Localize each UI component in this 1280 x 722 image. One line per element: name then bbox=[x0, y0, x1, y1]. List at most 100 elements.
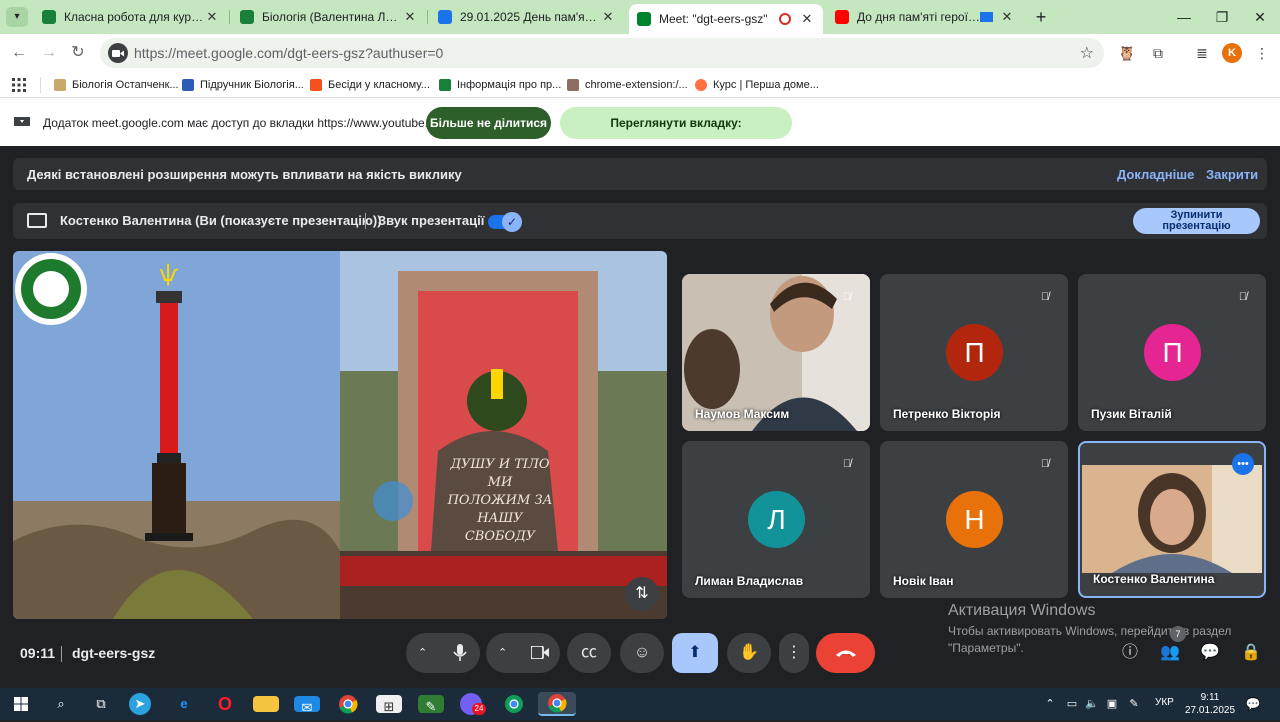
back-button[interactable]: ← bbox=[8, 42, 30, 64]
scanner-app-icon[interactable]: ✎ bbox=[418, 695, 444, 714]
viber-icon[interactable]: 24 bbox=[460, 693, 486, 715]
reload-button[interactable]: ↻ bbox=[67, 42, 89, 64]
mail-icon[interactable]: ✉ bbox=[294, 696, 320, 715]
input-language[interactable]: УКР bbox=[1155, 697, 1174, 708]
start-button[interactable] bbox=[8, 692, 34, 716]
captions-button[interactable]: ㏄ bbox=[567, 633, 611, 673]
raise-hand-button[interactable]: ✋ bbox=[727, 633, 771, 673]
network-icon[interactable]: ▣ bbox=[1102, 692, 1122, 716]
bookmark-label: Бесіди у класному... bbox=[328, 79, 430, 91]
participant-tile[interactable]: 🎙̸ Л Лиман Владислав bbox=[682, 441, 870, 598]
notification-badge: 24 bbox=[472, 703, 486, 715]
bookmark-label: Інформація про пр... bbox=[457, 79, 562, 91]
telegram-icon[interactable]: ➤ bbox=[129, 693, 151, 715]
task-view-icon[interactable]: ⧉ bbox=[88, 692, 114, 716]
tab-classwork[interactable]: Класна робота для курсу "76 ✕ bbox=[34, 4, 228, 30]
present-button[interactable]: ⬆ bbox=[672, 633, 718, 673]
swap-layout-icon[interactable]: ⇅ bbox=[625, 577, 659, 611]
muted-mic-icon: 🎙̸ bbox=[1238, 291, 1248, 303]
bookmark-item[interactable]: Курс | Перша доме... bbox=[695, 76, 819, 94]
bookmark-star-icon[interactable]: ☆ bbox=[1080, 43, 1094, 63]
pen-icon[interactable]: ✎ bbox=[1124, 692, 1144, 716]
check-icon: ✓ bbox=[502, 212, 522, 232]
file-explorer-icon[interactable] bbox=[253, 696, 279, 712]
more-options-icon[interactable]: ••• bbox=[1232, 453, 1254, 475]
tab-search-button[interactable]: ▾ bbox=[6, 7, 28, 27]
view-tab-button[interactable]: Переглянути вкладку: www.youtube.com bbox=[560, 107, 792, 162]
host-controls-icon[interactable]: 🔒 bbox=[1240, 642, 1262, 664]
bookmark-item[interactable]: Бесіди у класному... bbox=[310, 76, 430, 94]
search-icon[interactable]: ⌕ bbox=[48, 692, 74, 716]
emoji-icon: ☺ bbox=[633, 644, 651, 661]
participant-tile[interactable]: 🎙̸ П Петренко Вікторія bbox=[880, 274, 1068, 431]
windows-logo-icon bbox=[14, 697, 28, 711]
extensions-warning-banner: Деякі встановлені розширення можуть впли… bbox=[13, 158, 1267, 190]
chevron-up-icon[interactable]: ⌃ bbox=[418, 633, 427, 673]
forward-button[interactable]: → bbox=[38, 42, 60, 64]
meeting-details-icon[interactable]: ⓘ bbox=[1119, 642, 1141, 664]
opera-icon[interactable]: O bbox=[212, 692, 238, 716]
close-icon[interactable]: ✕ bbox=[799, 11, 815, 27]
chrome-active-icon[interactable] bbox=[538, 692, 576, 716]
battery-icon[interactable]: ▭ bbox=[1062, 692, 1082, 716]
extensions-icon[interactable]: ⧉ bbox=[1148, 43, 1168, 63]
tab-meet[interactable]: Meet: "dgt-eers-gsz" ✕ bbox=[629, 4, 823, 34]
minimize-button[interactable]: — bbox=[1165, 0, 1203, 34]
close-icon[interactable]: ✕ bbox=[402, 9, 418, 25]
tab-heroes-day[interactable]: 29.01.2025 День пам'яті Героїв ✕ bbox=[430, 4, 624, 30]
bookmark-item[interactable]: Підручник Біологія... bbox=[182, 76, 304, 94]
profile-avatar[interactable]: K bbox=[1222, 43, 1242, 63]
chevron-up-icon[interactable]: ⌃ bbox=[498, 633, 507, 673]
close-icon[interactable]: ✕ bbox=[600, 9, 616, 25]
system-clock[interactable]: 9:11 27.01.2025 bbox=[1185, 691, 1235, 717]
presentation-audio-toggle[interactable]: ✓ bbox=[488, 212, 522, 232]
camera-button[interactable] bbox=[520, 633, 560, 673]
bookmark-item[interactable]: chrome-extension:/... bbox=[567, 76, 688, 94]
tab-title: Біологія (Валентина Леонідівна bbox=[262, 10, 402, 24]
leave-call-button[interactable] bbox=[816, 633, 875, 673]
close-window-button[interactable]: ✕ bbox=[1241, 0, 1279, 34]
bookmark-item[interactable]: Біологія Остапченк... bbox=[54, 76, 179, 94]
chrome-logo-icon bbox=[548, 694, 567, 713]
participant-avatar: П bbox=[946, 324, 1003, 381]
menu-kebab-icon[interactable]: ⋮ bbox=[1252, 43, 1272, 63]
stop-sharing-button[interactable]: Більше не ділитися bbox=[426, 107, 551, 139]
edge-icon[interactable]: e bbox=[171, 692, 197, 716]
reactions-button[interactable]: ☺ bbox=[620, 633, 664, 673]
chrome-profile-icon[interactable] bbox=[501, 692, 527, 716]
maximize-button[interactable]: ❐ bbox=[1203, 0, 1241, 34]
chat-icon[interactable]: 💬 bbox=[1199, 642, 1221, 664]
notifications-icon[interactable]: 💬 bbox=[1242, 692, 1264, 716]
close-icon[interactable]: ✕ bbox=[999, 9, 1015, 25]
hand-icon: ✋ bbox=[739, 644, 759, 661]
learn-more-link[interactable]: Докладніше bbox=[1117, 167, 1194, 182]
divider bbox=[61, 646, 62, 662]
more-options-button[interactable]: ⋮ bbox=[779, 633, 809, 673]
url-text[interactable]: https://meet.google.com/dgt-eers-gsz?aut… bbox=[134, 45, 443, 61]
participant-tile[interactable]: 🎙̸ П Пузик Віталій bbox=[1078, 274, 1266, 431]
tab-youtube[interactable]: До дня пам'яті героїв Крут ✕ bbox=[827, 4, 1023, 30]
svg-text:ѱ: ѱ bbox=[159, 262, 178, 287]
volume-icon[interactable]: 🔈 bbox=[1082, 692, 1102, 716]
store-icon[interactable]: ⊞ bbox=[376, 695, 402, 714]
participant-tile-self[interactable]: ••• Костенко Валентина bbox=[1078, 441, 1266, 598]
apps-grid-icon[interactable] bbox=[12, 76, 26, 94]
tab-biology[interactable]: Біологія (Валентина Леонідівна ✕ bbox=[232, 4, 426, 30]
camera-control-group: ⌃ bbox=[486, 633, 560, 673]
people-button[interactable]: 👥 7 bbox=[1159, 626, 1186, 664]
clock-time: 9:11 bbox=[1200, 692, 1220, 703]
extension-owl-icon[interactable]: 🦉 bbox=[1117, 43, 1137, 63]
microphone-button[interactable] bbox=[440, 633, 480, 673]
close-icon[interactable]: ✕ bbox=[204, 9, 220, 25]
stop-presenting-button[interactable]: Зупинити презентацію bbox=[1133, 208, 1260, 234]
participant-tile[interactable]: 🎙̸ Н Новік Іван bbox=[880, 441, 1068, 598]
camera-icon[interactable] bbox=[108, 43, 128, 63]
address-bar[interactable]: https://meet.google.com/dgt-eers-gsz?aut… bbox=[100, 38, 1104, 68]
new-tab-button[interactable]: + bbox=[1022, 0, 1060, 34]
bookmark-item[interactable]: Інформація про пр... bbox=[439, 76, 561, 94]
media-control-icon[interactable]: ≣ bbox=[1192, 43, 1212, 63]
tray-chevron-up-icon[interactable]: ⌃ bbox=[1040, 692, 1060, 716]
close-banner-link[interactable]: Закрити bbox=[1206, 167, 1258, 182]
participant-tile[interactable]: 🎙̸ Наумов Максим bbox=[682, 274, 870, 431]
chrome-icon[interactable] bbox=[335, 692, 361, 716]
